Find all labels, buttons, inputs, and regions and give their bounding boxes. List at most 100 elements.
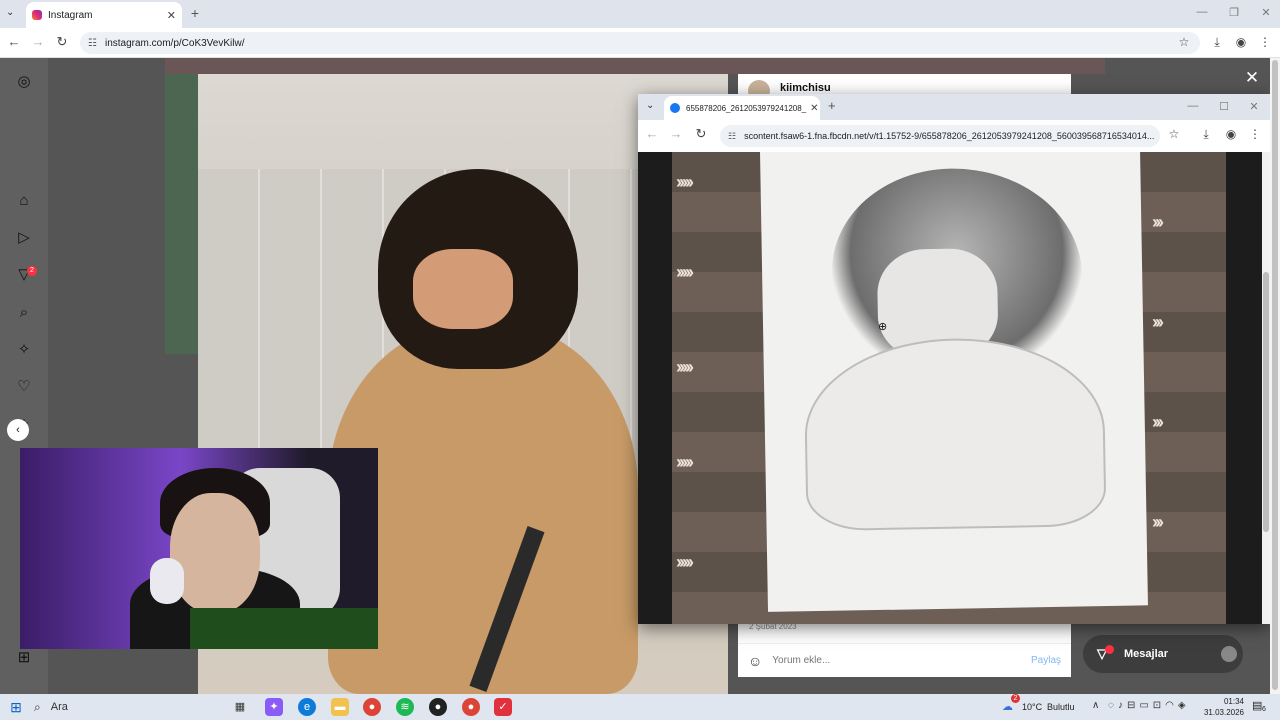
home-icon[interactable]: ⌂ <box>14 191 34 211</box>
pattern-chevrons: ››› <box>1152 512 1164 532</box>
instagram-favicon-icon <box>32 10 42 20</box>
clock-time: 01:34 <box>1223 697 1244 706</box>
pattern-chevrons: ››››› <box>676 172 694 192</box>
popup-tab[interactable]: 655878206_2612053979241208_ ✕ <box>664 96 820 120</box>
instagram-logo-icon[interactable]: ◎ <box>14 72 34 92</box>
popup-menu-icon[interactable]: ⋮ <box>1247 127 1263 141</box>
chrome-icon-2[interactable]: ● <box>462 698 480 716</box>
popup-url-text: scontent.fsaw6-1.fna.fbcdn.net/v/t1.1575… <box>744 131 1155 141</box>
close-tab-icon[interactable]: ✕ <box>167 9 176 22</box>
forward-arrow-icon[interactable]: → <box>30 34 46 50</box>
minimize-icon[interactable]: — <box>1192 6 1212 18</box>
spotify-icon[interactable]: ≋ <box>396 698 414 716</box>
page-scrollbar[interactable] <box>1270 58 1280 694</box>
tray-icons[interactable]: ◌♪⊟▭⊡◠◈ <box>1108 700 1190 711</box>
popup-new-tab-button[interactable]: + <box>828 98 836 113</box>
tab-instagram[interactable]: Instagram ✕ <box>26 2 182 28</box>
popup-site-info-icon[interactable]: ☷ <box>728 131 736 142</box>
sketch-coat <box>803 336 1107 532</box>
popup-minimize-icon[interactable]: — <box>1183 100 1203 112</box>
reels-icon[interactable]: ▷ <box>14 228 34 248</box>
popup-download-icon[interactable]: ⤓ <box>1198 127 1214 142</box>
share-button[interactable]: Paylaş <box>1031 655 1061 666</box>
messages-badge <box>1105 644 1114 654</box>
new-tab-button[interactable]: + <box>188 5 202 21</box>
search-icon[interactable]: ⌕ <box>14 303 34 323</box>
popup-toolbar: ← → ↻ ☷ scontent.fsaw6-1.fna.fbcdn.net/v… <box>638 120 1270 152</box>
weather-icon[interactable]: ☁ <box>1002 700 1013 713</box>
zoom-cursor-icon: ⊕ <box>878 321 888 333</box>
windows-start-icon[interactable]: ⊞ <box>8 699 24 715</box>
download-icon[interactable]: ⤓ <box>1209 35 1225 50</box>
more-grid-icon[interactable]: ⊞ <box>14 648 34 668</box>
file-explorer-icon[interactable]: ▬ <box>331 698 349 716</box>
image-popup-window: ⌄ 655878206_2612053979241208_ ✕ + — ☐ ✕ … <box>638 94 1270 624</box>
previous-post-button[interactable]: ‹ <box>7 419 29 441</box>
weather-text: Bulutlu <box>1047 702 1075 712</box>
edge-icon[interactable]: e <box>298 698 316 716</box>
emoji-icon[interactable]: ☺ <box>748 653 762 669</box>
compass-icon[interactable]: ✧ <box>14 340 34 360</box>
webcam-overlay <box>20 448 378 649</box>
feed-background-left <box>165 74 198 354</box>
messages-label: Mesajlar <box>1124 648 1169 660</box>
pattern-chevrons: ››› <box>1152 212 1164 232</box>
weather-badge: 2 <box>1011 694 1020 703</box>
reload-icon[interactable]: ↻ <box>54 34 70 50</box>
heart-icon[interactable]: ♡ <box>14 377 34 397</box>
popup-close-icon[interactable]: ✕ <box>1244 100 1264 113</box>
message-avatars <box>1221 646 1237 662</box>
taskbar-search-label: Ara <box>50 701 68 713</box>
tray-chevron-icon[interactable]: ∧ <box>1092 700 1099 711</box>
task-view-icon[interactable]: ▦ <box>231 698 249 716</box>
post-username[interactable]: kiimchisu <box>780 82 831 94</box>
popup-close-tab-icon[interactable]: ✕ <box>806 103 818 114</box>
browser-tab-strip: ⌄ Instagram ✕ + — ❐ ✕ <box>0 0 1280 28</box>
comment-input[interactable] <box>772 655 1031 666</box>
close-post-icon[interactable]: ✕ <box>1243 68 1261 88</box>
taskbar-search[interactable]: ⌕ Ara <box>34 697 214 717</box>
tab-title: Instagram <box>48 9 93 21</box>
chrome-icon[interactable]: ● <box>363 698 381 716</box>
url-text: instagram.com/p/CoK3VevKilw/ <box>104 37 245 49</box>
app-icon[interactable]: ✓ <box>494 698 512 716</box>
page-scrollbar-thumb[interactable] <box>1272 60 1278 690</box>
address-bar[interactable]: ☷ instagram.com/p/CoK3VevKilw/ <box>80 32 1200 54</box>
back-arrow-icon[interactable]: ← <box>6 34 22 50</box>
obs-icon[interactable]: ● <box>429 698 447 716</box>
popup-maximize-icon[interactable]: ☐ <box>1214 100 1234 113</box>
messages-button[interactable]: ▽ Mesajlar <box>1083 635 1243 673</box>
windows-taskbar: ⊞ ⌕ Ara ▦ ✦ e ▬ ● ≋ ● ● ✓ ☁ 2 10°C Bulut… <box>0 694 1280 720</box>
popup-address-bar[interactable]: ☷ scontent.fsaw6-1.fna.fbcdn.net/v/t1.15… <box>720 125 1160 147</box>
photo-face <box>413 249 513 329</box>
menu-kebab-icon[interactable]: ⋮ <box>1257 35 1273 49</box>
pattern-chevrons: ››› <box>1152 312 1164 332</box>
pattern-chevrons: ››››› <box>676 357 694 377</box>
temperature: 10°C <box>1022 702 1043 712</box>
bookmark-star-icon[interactable]: ☆ <box>1176 35 1192 49</box>
window-close-icon[interactable]: ✕ <box>1256 6 1276 19</box>
restore-icon[interactable]: ❐ <box>1224 6 1244 19</box>
popup-forward-icon[interactable]: → <box>668 126 684 142</box>
popup-image-viewer[interactable]: ››››› ››››› ››››› ››››› ››››› ››› ››› ››… <box>638 152 1270 624</box>
site-info-icon[interactable]: ☷ <box>88 38 97 49</box>
sketch-paper <box>760 152 1148 612</box>
webcam-face <box>170 493 260 613</box>
popup-star-icon[interactable]: ☆ <box>1166 127 1182 141</box>
popup-scrollbar-thumb[interactable] <box>1263 272 1269 532</box>
profile-icon[interactable]: ◉ <box>1233 35 1249 49</box>
popup-tab-strip: ⌄ 655878206_2612053979241208_ ✕ + — ☐ ✕ <box>638 94 1270 120</box>
copilot-icon[interactable]: ✦ <box>265 698 283 716</box>
popup-back-icon[interactable]: ← <box>644 126 660 142</box>
pattern-chevrons: ››››› <box>676 552 694 572</box>
popup-tab-menu-icon[interactable]: ⌄ <box>646 100 654 111</box>
popup-scrollbar[interactable] <box>1262 152 1270 624</box>
feed-background <box>165 58 1105 74</box>
popup-reload-icon[interactable]: ↻ <box>693 126 709 142</box>
system-clock[interactable]: 01:34 31.03.2026 <box>1200 696 1244 718</box>
notification-center-icon[interactable]: ▤ <box>1252 699 1262 712</box>
browser-toolbar: ← → ↻ ☷ instagram.com/p/CoK3VevKilw/ ☆ ⤓… <box>0 28 1280 58</box>
pattern-chevrons: ››››› <box>676 452 694 472</box>
popup-profile-icon[interactable]: ◉ <box>1223 127 1239 141</box>
tab-search-chevron-icon[interactable]: ⌄ <box>6 7 20 21</box>
